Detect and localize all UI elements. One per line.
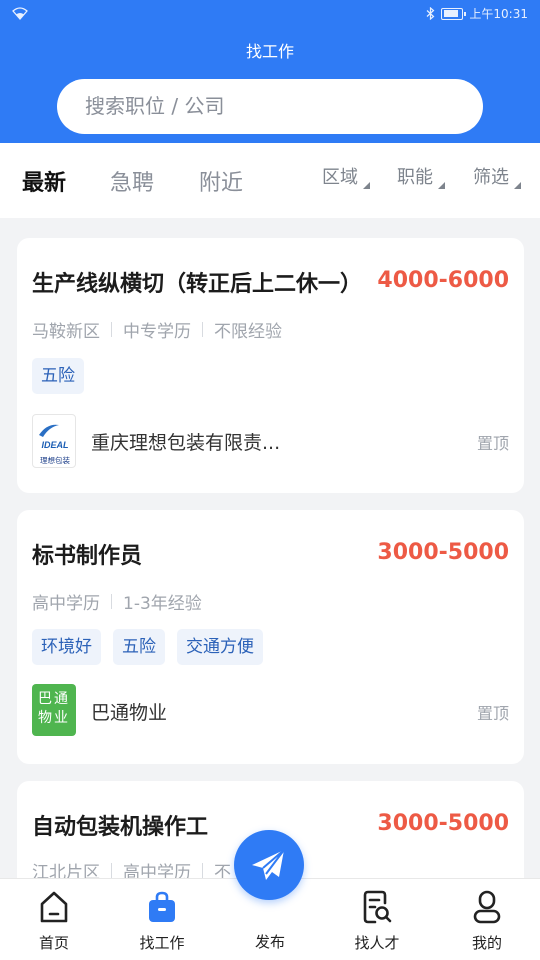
job-tag: 五险 [113, 629, 165, 665]
tab-nearby[interactable]: 附近 [199, 165, 243, 197]
page-title: 找工作 [245, 42, 294, 61]
tab-latest[interactable]: 最新 [22, 165, 66, 197]
tab-home-label: 首页 [38, 934, 69, 952]
job-salary: 3000-5000 [377, 540, 509, 565]
divider [202, 322, 203, 337]
ideal-logo-icon: IDEAL 理想包装 [39, 424, 70, 465]
tab-urgent[interactable]: 急聘 [110, 165, 154, 197]
company-name[interactable]: 巴通物业 [91, 698, 167, 725]
job-title: 生产线纵横切（转正后上二休一） [32, 272, 363, 297]
company-logo: 巴通 物业 [32, 684, 76, 736]
tab-mine-label: 我的 [471, 934, 502, 952]
job-salary: 4000-6000 [377, 268, 509, 293]
logo-text-line2: 物业 [38, 710, 70, 726]
home-icon [40, 891, 68, 923]
bluetooth-icon [426, 7, 435, 20]
publish-label: 发布 [254, 933, 285, 951]
filter-function-dropdown[interactable]: 职能 [397, 163, 445, 189]
company-logo: IDEAL 理想包装 [32, 414, 76, 468]
job-meta: 马鞍新区 中专学历 不限经验 [32, 317, 282, 342]
status-time: 上午10:31 [469, 7, 528, 21]
resume-search-icon [363, 890, 392, 924]
tab-find-talent[interactable]: 找人才 [337, 879, 417, 960]
user-icon [473, 890, 501, 924]
filter-function-label: 职能 [397, 167, 433, 188]
pinned-label: 置顶 [476, 704, 509, 723]
search-box[interactable] [57, 79, 483, 134]
job-tags: 五险 [32, 358, 84, 394]
dropdown-triangle-icon [363, 182, 370, 189]
filter-more-dropdown[interactable]: 筛选 [473, 163, 521, 189]
tab-find-job-label: 找工作 [139, 934, 185, 952]
dropdown-triangle-icon [438, 182, 445, 189]
job-tags: 环境好 五险 交通方便 [32, 629, 263, 665]
briefcase-icon [149, 891, 175, 922]
job-location: 马鞍新区 [32, 322, 100, 342]
tab-mine[interactable]: 我的 [447, 879, 527, 960]
publish-button[interactable] [234, 830, 304, 900]
app-header: 上午10:31 找工作 [0, 0, 540, 143]
divider [111, 322, 112, 337]
filter-area-dropdown[interactable]: 区域 [322, 163, 370, 189]
tab-find-job[interactable]: 找工作 [122, 879, 202, 960]
job-education: 高中学历 [32, 594, 100, 614]
tab-home[interactable]: 首页 [14, 879, 94, 960]
filter-bar: 最新 急聘 附近 区域 职能 筛选 [0, 143, 540, 218]
job-meta: 高中学历 1-3年经验 [32, 589, 202, 614]
job-salary: 3000-5000 [377, 811, 509, 836]
job-card[interactable]: 生产线纵横切（转正后上二休一） 4000-6000 马鞍新区 中专学历 不限经验… [17, 238, 524, 493]
job-education: 中专学历 [123, 322, 191, 342]
filter-area-label: 区域 [322, 167, 358, 188]
tab-find-talent-label: 找人才 [354, 934, 400, 952]
pinned-label: 置顶 [476, 434, 509, 453]
search-input[interactable] [85, 91, 445, 121]
job-title: 标书制作员 [32, 544, 143, 569]
job-experience: 不限经验 [214, 322, 282, 342]
job-title: 自动包装机操作工 [32, 815, 209, 840]
dropdown-triangle-icon [514, 182, 521, 189]
wifi-icon [12, 7, 28, 20]
job-experience: 1-3年经验 [123, 594, 202, 614]
logo-text-zh: 理想包装 [40, 455, 70, 465]
status-bar: 上午10:31 [0, 0, 540, 28]
company-name[interactable]: 重庆理想包装有限责... [91, 428, 280, 455]
logo-text-line1: 巴通 [38, 691, 70, 707]
job-tag: 环境好 [32, 629, 101, 665]
job-tag: 五险 [32, 358, 84, 394]
filter-more-label: 筛选 [473, 167, 509, 188]
battery-icon [441, 7, 467, 20]
job-card[interactable]: 标书制作员 3000-5000 高中学历 1-3年经验 环境好 五险 交通方便 … [17, 510, 524, 764]
job-tag: 交通方便 [177, 629, 263, 665]
divider [111, 863, 112, 878]
paper-plane-icon [252, 849, 285, 880]
divider [111, 594, 112, 609]
divider [202, 863, 203, 878]
logo-text-en: IDEAL [42, 440, 69, 450]
